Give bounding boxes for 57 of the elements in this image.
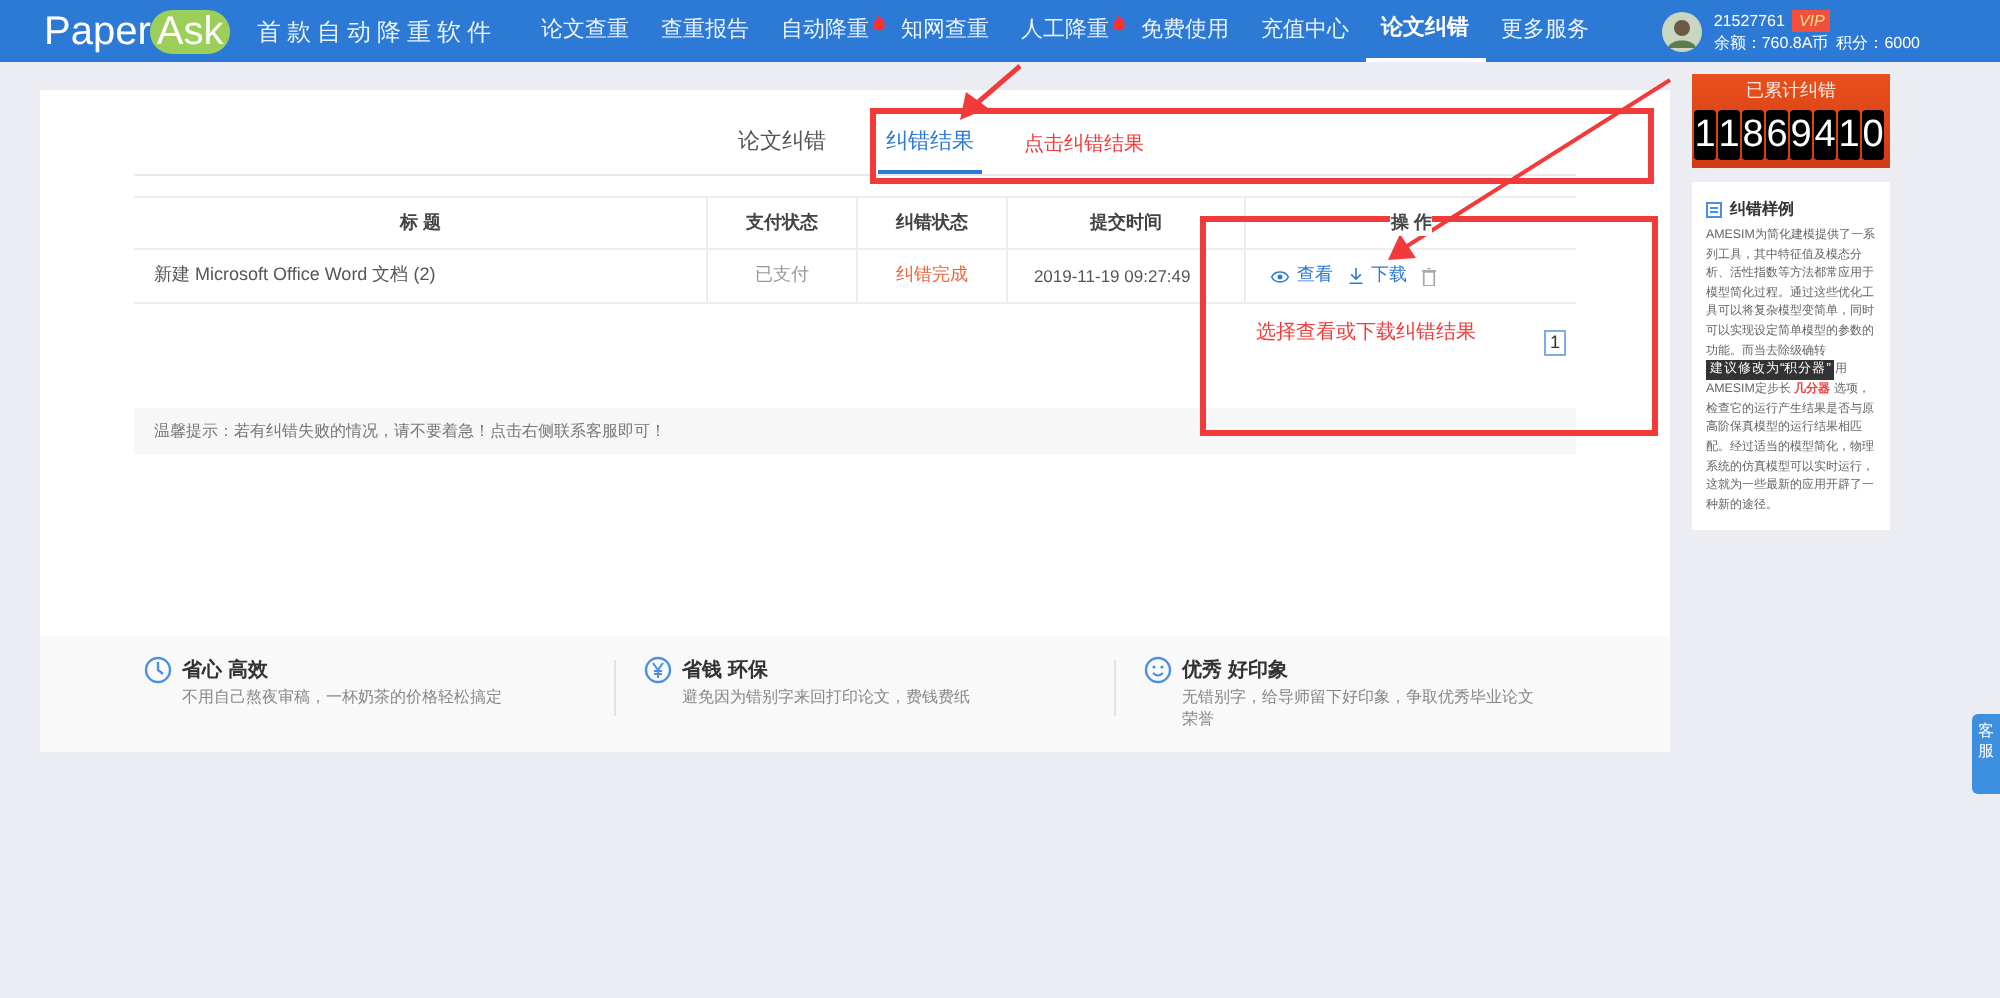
feature-text: 无错别字，给导师留下好印象，争取优秀毕业论文荣誉 bbox=[1182, 686, 1536, 730]
counter-digit: 1 bbox=[1694, 109, 1716, 159]
points: 积分：6000 bbox=[1836, 31, 1920, 53]
download-link[interactable]: 下载 bbox=[1348, 262, 1407, 290]
download-icon bbox=[1348, 268, 1365, 284]
clock-icon bbox=[144, 656, 172, 684]
nav-link[interactable]: 充值中心 bbox=[1245, 0, 1366, 62]
nav-link[interactable]: 更多服务 bbox=[1485, 0, 1606, 62]
vip-badge: VIP bbox=[1792, 9, 1831, 31]
trash-icon[interactable] bbox=[1422, 267, 1437, 285]
feature-title: 省钱 环保 bbox=[682, 660, 770, 684]
column-header: 支付状态 bbox=[746, 209, 819, 237]
document-icon bbox=[1706, 202, 1722, 218]
nav-link[interactable]: 论文查重 bbox=[525, 0, 646, 62]
user-id: 21527761 bbox=[1713, 9, 1785, 31]
table-cell: 纠错完成 bbox=[857, 250, 1008, 302]
smiley-icon bbox=[1144, 656, 1172, 684]
counter-digit: 1 bbox=[1838, 109, 1860, 159]
arrow bbox=[960, 64, 1022, 120]
sample-title: 纠错样例 bbox=[1730, 198, 1794, 222]
counter-digit: 1 bbox=[1718, 109, 1740, 159]
table-cell: 新建 Microsoft Office Word 文档 (2) bbox=[134, 250, 709, 302]
balance: 余额：760.8A币 bbox=[1713, 31, 1829, 53]
tip-bar: 温馨提示：若有纠错失败的情况，请不要着急！点击右侧联系客服即可！ bbox=[134, 408, 1576, 454]
nav-link[interactable]: 自动降重 bbox=[765, 0, 886, 62]
feature-text: 不用自己熬夜审稿，一杯奶茶的价格轻松搞定 bbox=[182, 686, 504, 708]
annotation-text: 选择查看或下载纠错结果 bbox=[1256, 319, 1476, 348]
nav-link[interactable]: 论文纠错 bbox=[1365, 0, 1486, 62]
table-cell: 2019-11-19 09:27:49 bbox=[1033, 263, 1191, 289]
yen-icon bbox=[644, 656, 672, 684]
feature-text: 避免因为错别字来回打印论文，费钱费纸 bbox=[682, 686, 972, 708]
logo: PaperAsk bbox=[44, 1, 230, 61]
counter-digit: 6 bbox=[1766, 109, 1788, 159]
tab[interactable]: 论文纠错 bbox=[730, 114, 834, 174]
column-header: 标 题 bbox=[399, 209, 441, 237]
column-header: 提交时间 bbox=[1090, 209, 1163, 237]
page-button[interactable]: 1 bbox=[1544, 330, 1566, 356]
feature-title: 省心 高效 bbox=[182, 660, 270, 684]
counter-title: 已累计纠错 bbox=[1746, 78, 1836, 104]
nav-link[interactable]: 知网查重 bbox=[885, 0, 1006, 62]
slogan: 首款自动降重软件 bbox=[257, 15, 498, 49]
eye-icon bbox=[1270, 269, 1291, 283]
counter-digit: 8 bbox=[1742, 109, 1764, 159]
counter-digit: 0 bbox=[1862, 109, 1884, 159]
table-cell: 已支付 bbox=[708, 250, 858, 302]
counter-digit: 4 bbox=[1814, 109, 1836, 159]
view-link[interactable]: 查看 bbox=[1270, 262, 1333, 290]
annotation-text: 点击纠错结果 bbox=[1024, 131, 1144, 160]
avatar[interactable] bbox=[1661, 11, 1702, 51]
column-header: 纠错状态 bbox=[895, 209, 968, 237]
nav-link[interactable]: 查重报告 bbox=[645, 0, 766, 62]
counter-digit: 9 bbox=[1790, 109, 1812, 159]
nav-link[interactable]: 免费使用 bbox=[1125, 0, 1246, 62]
feature-title: 优秀 好印象 bbox=[1182, 660, 1290, 684]
customer-service-tab[interactable]: 客服 bbox=[1972, 714, 2000, 794]
nav-link[interactable]: 人工降重 bbox=[1005, 0, 1126, 62]
column-header: 操 作 bbox=[1390, 209, 1432, 237]
